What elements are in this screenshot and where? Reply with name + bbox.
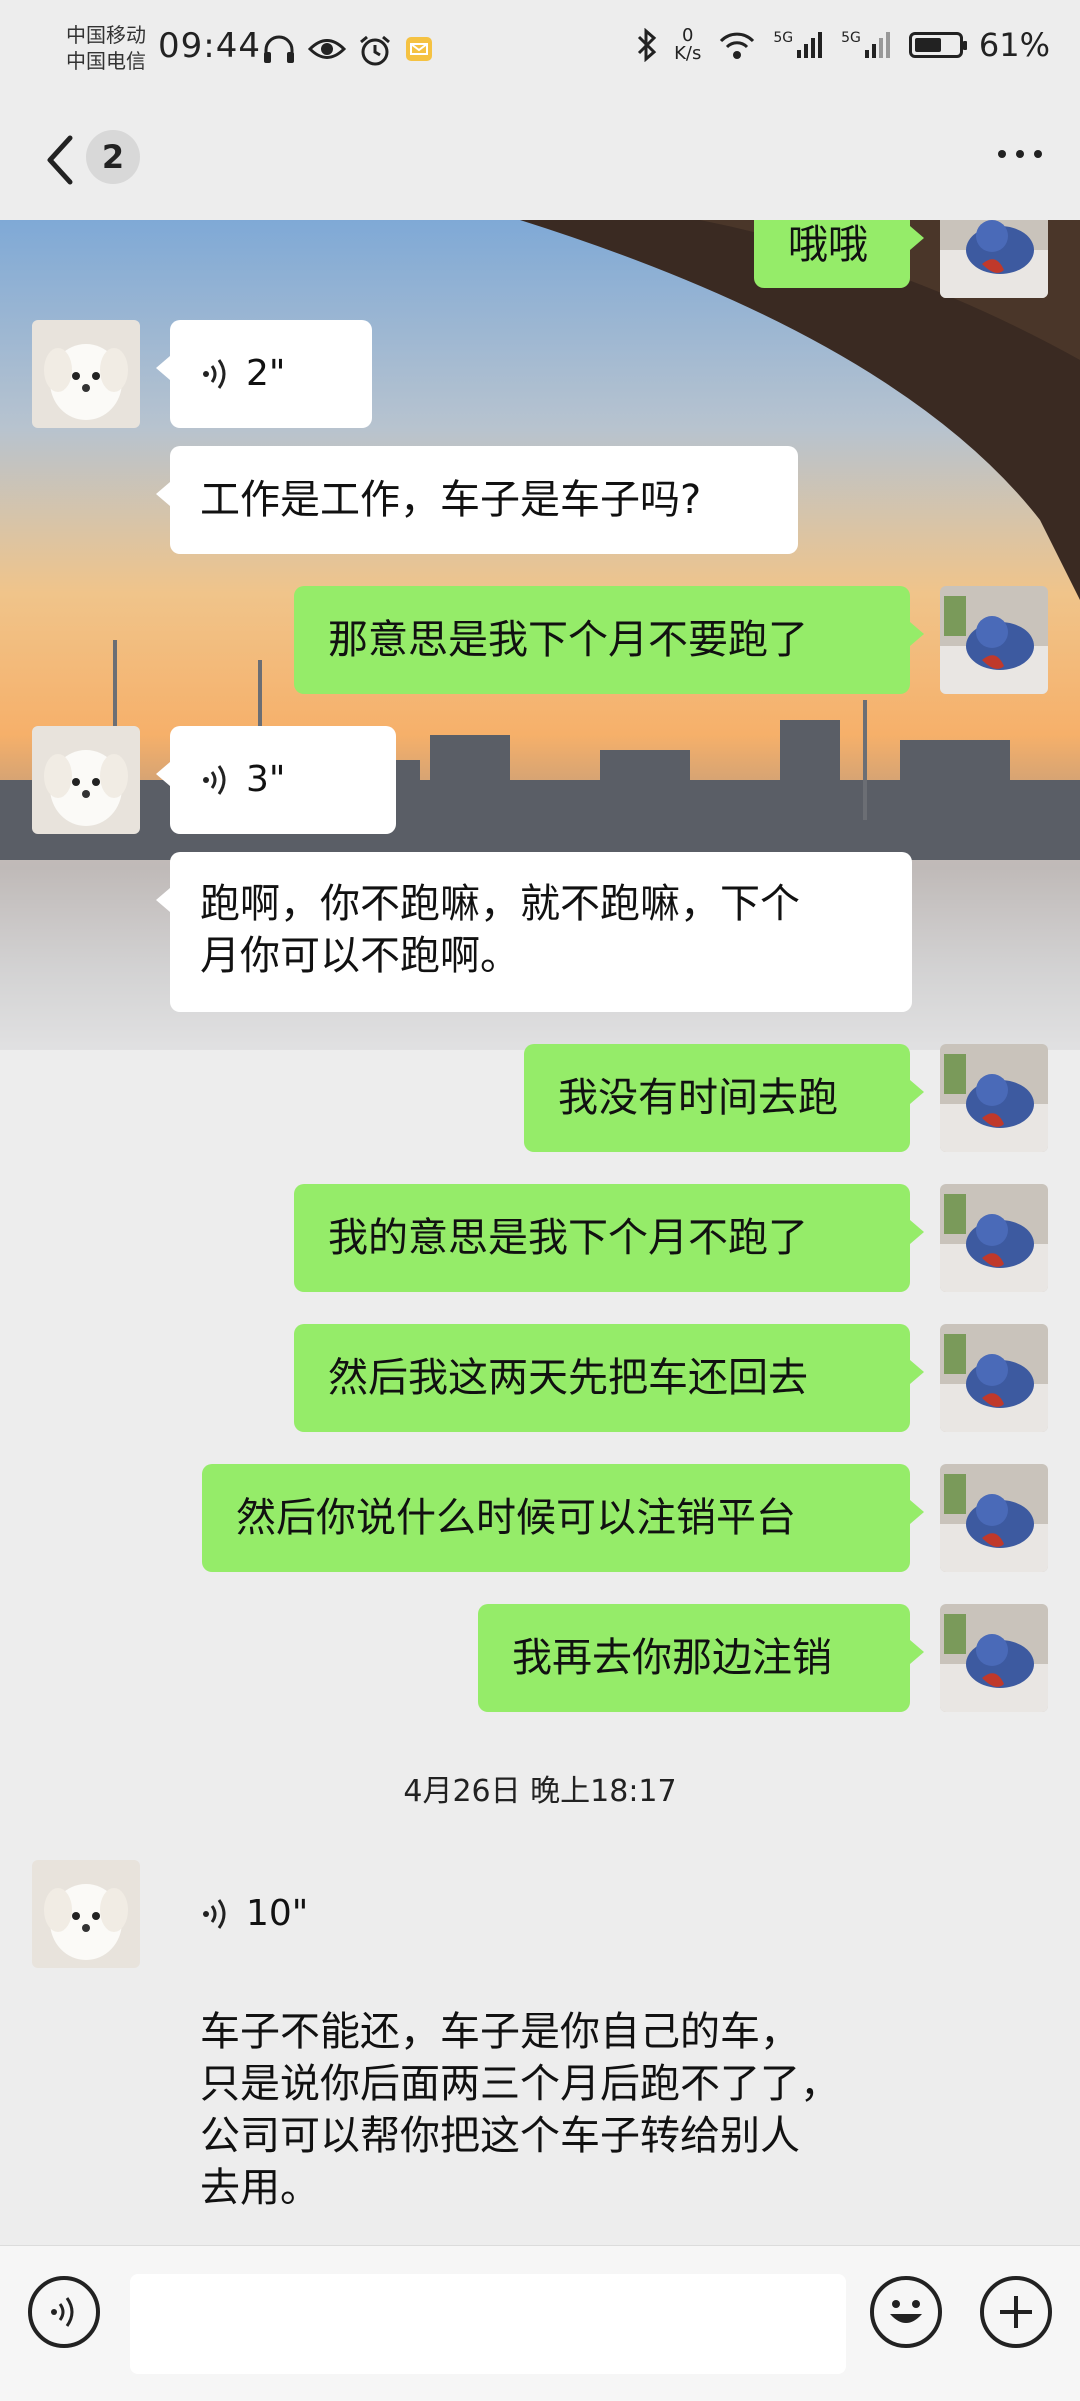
contact-avatar[interactable]: [32, 320, 140, 428]
more-dot-icon: [1034, 150, 1042, 158]
more-dot-icon: [998, 150, 1006, 158]
message-text-line: 只是说你后面两三个月后跑不了了，: [200, 2061, 840, 2107]
emoji-icon: [890, 2300, 922, 2323]
message-text: 然后我这两天先把车还回去: [328, 1355, 808, 1401]
chat-header: 2: [0, 100, 1080, 220]
message-bubble-outgoing[interactable]: 我的意思是我下个月不跑了: [294, 1184, 924, 1292]
my-avatar[interactable]: [940, 1604, 1048, 1712]
my-avatar[interactable]: [940, 1184, 1048, 1292]
eye-icon: [308, 39, 346, 59]
unread-count-badge[interactable]: 2: [86, 130, 140, 184]
input-bar: [0, 2245, 1080, 2401]
message-input[interactable]: [130, 2274, 846, 2374]
carrier-1: 中国移动: [66, 23, 146, 47]
voice-wave-icon: [51, 2297, 74, 2327]
message-list[interactable]: 哦哦 2" 工作是工作，车子是车子吗? 那意思是我下个月不要跑了 3" 跑啊，你…: [0, 220, 1080, 2245]
more-dot-icon: [1016, 150, 1024, 158]
message-bubble-outgoing[interactable]: 然后我这两天先把车还回去: [294, 1324, 924, 1432]
message-text: 工作是工作，车子是车子吗?: [200, 477, 702, 523]
signal-1: 5G: [773, 30, 825, 60]
voice-input-button[interactable]: [28, 2276, 100, 2348]
more-options-button[interactable]: [998, 150, 1042, 158]
voice-wave-icon: [203, 359, 226, 389]
battery-percent: 61%: [978, 26, 1050, 64]
voice-message-bubble[interactable]: 10": [170, 1860, 470, 1968]
voice-transcription-text[interactable]: 车子不能还，车子是你自己的车， 只是说你后面两三个月后跑不了了， 公司可以帮你把…: [170, 2000, 930, 2240]
message-text-line: 公司可以帮你把这个车子转给别人: [200, 2113, 800, 2159]
signal-bars-icon: [797, 32, 823, 58]
plus-icon: [1000, 2296, 1032, 2328]
message-text: 哦哦: [788, 222, 868, 268]
status-time: 09:44: [158, 26, 261, 66]
contact-avatar[interactable]: [32, 1860, 140, 1968]
message-text-line: 跑啊，你不跑嘛，就不跑嘛，下个: [200, 881, 800, 927]
my-avatar[interactable]: [940, 586, 1048, 694]
message-text: 那意思是我下个月不要跑了: [328, 617, 808, 663]
message-timestamp: 4月26日 晚上18:17: [403, 1774, 677, 1809]
status-bar: 中国移动 中国电信 09:44 0 K/s 5G 5G 61%: [0, 0, 1080, 100]
voice-duration: 2": [246, 353, 286, 394]
message-bubble-outgoing[interactable]: 哦哦: [754, 220, 924, 288]
message-text: 我没有时间去跑: [558, 1075, 838, 1121]
wifi-icon: [720, 32, 755, 59]
signal-1-label: 5G: [773, 30, 794, 46]
message-bubble-incoming[interactable]: 跑啊，你不跑嘛，就不跑嘛，下个 月你可以不跑啊。: [156, 852, 912, 1012]
headphones-icon: [264, 35, 294, 63]
message-bubble-outgoing[interactable]: 那意思是我下个月不要跑了: [294, 586, 924, 694]
my-avatar[interactable]: [940, 1324, 1048, 1432]
message-bubble-incoming[interactable]: 工作是工作，车子是车子吗?: [156, 446, 798, 554]
message-bubble-outgoing[interactable]: 我没有时间去跑: [524, 1044, 924, 1152]
more-functions-button[interactable]: [980, 2276, 1052, 2348]
signal-2-label: 5G: [841, 30, 861, 46]
alarm-icon: [360, 35, 390, 66]
message-text-line: 月你可以不跑啊。: [200, 933, 520, 979]
voice-duration: 10": [246, 1893, 309, 1934]
my-avatar[interactable]: [940, 1044, 1048, 1152]
battery-icon: [908, 32, 967, 58]
my-avatar[interactable]: [940, 1464, 1048, 1572]
mail-notification-icon: [406, 37, 432, 61]
emoji-button[interactable]: [870, 2276, 942, 2348]
voice-wave-icon: [203, 765, 226, 795]
voice-message-bubble[interactable]: 2": [156, 320, 372, 428]
status-right-icons: 0 K/s 5G 5G 61%: [636, 26, 1050, 64]
voice-duration: 3": [246, 759, 286, 800]
message-text: 我再去你那边注销: [512, 1635, 832, 1681]
voice-wave-icon: [203, 1899, 226, 1929]
signal-bars-icon: [864, 32, 890, 58]
message-text: 我的意思是我下个月不跑了: [328, 1215, 808, 1261]
message-text-line: 去用。: [200, 2165, 320, 2211]
contact-avatar[interactable]: [32, 726, 140, 834]
voice-message-bubble[interactable]: 3": [156, 726, 396, 834]
network-speed-unit: K/s: [674, 43, 702, 64]
message-text: 然后你说什么时候可以注销平台: [236, 1495, 796, 1541]
my-avatar[interactable]: [940, 220, 1048, 298]
back-arrow-icon[interactable]: [40, 130, 80, 190]
network-speed: 0 K/s: [674, 27, 701, 63]
message-text-line: 车子不能还，车子是你自己的车，: [200, 2009, 800, 2055]
battery-level: [914, 38, 941, 52]
status-left-icons: [262, 34, 434, 66]
message-bubble-outgoing[interactable]: 然后你说什么时候可以注销平台: [202, 1464, 924, 1572]
bluetooth-icon: [638, 28, 657, 62]
carrier-labels: 中国移动 中国电信: [66, 22, 146, 74]
message-bubble-outgoing[interactable]: 我再去你那边注销: [478, 1604, 924, 1712]
signal-2: 5G: [841, 30, 893, 60]
carrier-2: 中国电信: [66, 49, 146, 73]
